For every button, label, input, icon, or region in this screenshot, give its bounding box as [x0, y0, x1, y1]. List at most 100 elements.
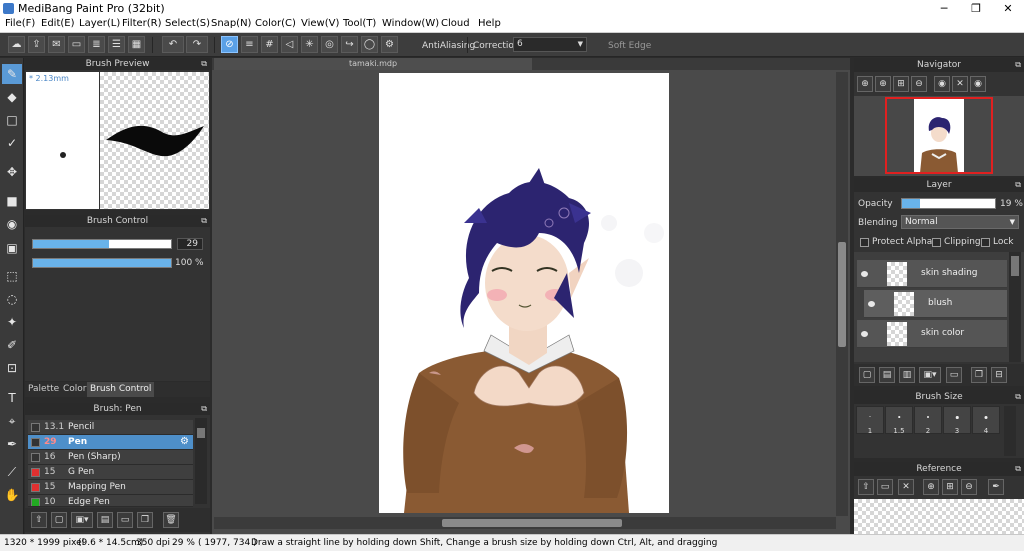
- new-halftone-layer-icon[interactable]: ▤: [879, 367, 895, 383]
- zoom-in-icon[interactable]: ⊕: [923, 479, 939, 495]
- snap-radial-icon[interactable]: ✳: [301, 36, 318, 53]
- popout-icon[interactable]: ⧉: [1015, 178, 1021, 192]
- brush-size-slider[interactable]: [32, 239, 172, 249]
- edit-brush-icon[interactable]: ▤: [97, 512, 113, 528]
- brush-item[interactable]: 13.1 Pencil: [28, 420, 193, 435]
- brush-item[interactable]: 15 G Pen: [28, 465, 193, 480]
- canvas-horizontal-scrollbar[interactable]: [214, 517, 836, 529]
- correction-dropdown[interactable]: 6 ▼: [513, 37, 587, 52]
- layer-row[interactable]: blush: [864, 290, 1007, 318]
- fill-tool-icon[interactable]: ◉: [2, 214, 22, 234]
- grid-icon[interactable]: ▦: [128, 36, 145, 53]
- canvas-vertical-scrollbar[interactable]: [836, 72, 848, 516]
- operation-tool-icon[interactable]: ⌖: [2, 411, 22, 431]
- document-icon[interactable]: ≣: [88, 36, 105, 53]
- select-pen-icon[interactable]: ✐: [2, 335, 22, 355]
- duplicate-icon[interactable]: ❐: [137, 512, 153, 528]
- select-eraser-icon[interactable]: ⊡: [2, 358, 22, 378]
- menu-tool[interactable]: Tool(T): [343, 18, 376, 29]
- brush-tool-icon[interactable]: ✎: [2, 64, 22, 84]
- tab-brush-control[interactable]: Brush Control: [87, 382, 155, 397]
- eraser-tool-icon[interactable]: ◆: [2, 87, 22, 107]
- lock-checkbox[interactable]: [981, 238, 990, 247]
- eyedropper-tool-icon[interactable]: ✒: [2, 434, 22, 454]
- menu-color[interactable]: Color(C): [255, 18, 296, 29]
- close-button[interactable]: ✕: [992, 0, 1024, 17]
- eye-icon[interactable]: [868, 301, 875, 307]
- menu-window[interactable]: Window(W): [382, 18, 439, 29]
- brush-list-scroll-thumb[interactable]: [197, 428, 205, 438]
- layer-opacity-slider[interactable]: [901, 198, 996, 209]
- brush-opacity-slider[interactable]: [32, 258, 172, 268]
- layer-row[interactable]: skin color: [857, 320, 1007, 348]
- brush-size-value[interactable]: 29: [177, 238, 203, 250]
- navigator-viewport-frame[interactable]: [885, 97, 993, 174]
- eyedropper-icon[interactable]: ✒: [988, 479, 1004, 495]
- brush-size-preset[interactable]: 2: [914, 406, 942, 435]
- rotate-left-icon[interactable]: ◉: [934, 76, 950, 92]
- brush-size-scrollbar[interactable]: [1004, 406, 1016, 456]
- canvas-hscroll-thumb[interactable]: [442, 519, 622, 527]
- lasso-tool-icon[interactable]: ◌: [2, 289, 22, 309]
- brush-size-preset[interactable]: 3: [943, 406, 971, 435]
- add-layer-dropdown-icon[interactable]: ▣▾: [919, 367, 941, 383]
- snap-off-icon[interactable]: ⊘: [221, 36, 238, 53]
- new-8bit-layer-icon[interactable]: ▥: [899, 367, 915, 383]
- popout-icon[interactable]: ⧉: [1015, 390, 1021, 404]
- blending-dropdown[interactable]: Normal ▼: [901, 215, 1019, 229]
- share-icon[interactable]: ⇪: [28, 36, 45, 53]
- navigator-preview[interactable]: [854, 96, 1024, 176]
- snap-parallel-icon[interactable]: ≡: [241, 36, 258, 53]
- open-folder-icon[interactable]: ▭: [877, 479, 893, 495]
- move-tool-icon[interactable]: ✥: [2, 162, 22, 182]
- protect-alpha-checkbox[interactable]: [860, 238, 869, 247]
- fit-view-icon[interactable]: ⊞: [893, 76, 909, 92]
- menu-edit[interactable]: Edit(E): [41, 18, 75, 29]
- popout-icon[interactable]: ⧉: [201, 215, 207, 227]
- frame-divide-icon[interactable]: ⟋: [2, 462, 22, 482]
- magic-wand-icon[interactable]: ✦: [2, 312, 22, 332]
- new-brush-icon[interactable]: ▢: [51, 512, 67, 528]
- drawing-canvas[interactable]: [379, 73, 669, 513]
- tab-palette[interactable]: Palette: [28, 384, 59, 394]
- eye-icon[interactable]: [861, 331, 868, 337]
- clipping-checkbox[interactable]: [932, 238, 941, 247]
- gear-icon[interactable]: ⚙: [381, 36, 398, 53]
- popout-icon[interactable]: ⧉: [1015, 462, 1021, 476]
- snap-concentric-icon[interactable]: ◎: [321, 36, 338, 53]
- zoom-out-icon[interactable]: ⊖: [961, 479, 977, 495]
- menu-layer[interactable]: Layer(L): [79, 18, 120, 29]
- snap-ellipse-icon[interactable]: ◯: [361, 36, 378, 53]
- brush-item[interactable]: 10 Edge Pen: [28, 495, 193, 507]
- brush-list-scrollbar[interactable]: [195, 418, 207, 504]
- select-pen-tool-icon[interactable]: ✓: [2, 133, 22, 153]
- brush-item[interactable]: 15 Mapping Pen: [28, 480, 193, 495]
- gradient-tool-icon[interactable]: ▣: [2, 238, 22, 258]
- brush-item[interactable]: 29 Pen ⚙: [28, 435, 193, 450]
- canvas-vscroll-thumb[interactable]: [838, 242, 846, 347]
- menu-cloud[interactable]: Cloud: [441, 18, 470, 29]
- trash-icon[interactable]: 🗑: [163, 512, 179, 528]
- merge-layer-icon[interactable]: ⊟: [991, 367, 1007, 383]
- undo-icon[interactable]: ↶: [162, 36, 184, 53]
- folder-icon[interactable]: ▭: [117, 512, 133, 528]
- minimize-button[interactable]: ─: [928, 0, 960, 17]
- snap-grid-icon[interactable]: #: [261, 36, 278, 53]
- redo-icon[interactable]: ↷: [186, 36, 208, 53]
- upload-icon[interactable]: ⇧: [858, 479, 874, 495]
- duplicate-layer-icon[interactable]: ❐: [971, 367, 987, 383]
- tab-color[interactable]: Color: [63, 384, 87, 394]
- dot-tool-icon[interactable]: □: [2, 110, 22, 130]
- restore-button[interactable]: ❐: [960, 0, 992, 17]
- menu-filter[interactable]: Filter(R): [122, 18, 162, 29]
- list-icon[interactable]: ☰: [108, 36, 125, 53]
- zoom-in-icon[interactable]: ⊕: [857, 76, 873, 92]
- zoom-actual-icon[interactable]: ⊕: [875, 76, 891, 92]
- close-reference-icon[interactable]: ✕: [898, 479, 914, 495]
- eye-icon[interactable]: [861, 271, 868, 277]
- gear-icon[interactable]: ⚙: [180, 436, 189, 447]
- layer-scroll-thumb[interactable]: [1011, 256, 1019, 276]
- popout-icon[interactable]: ⧉: [201, 58, 207, 70]
- menu-select[interactable]: Select(S): [165, 18, 210, 29]
- layer-list-scrollbar[interactable]: [1009, 252, 1021, 362]
